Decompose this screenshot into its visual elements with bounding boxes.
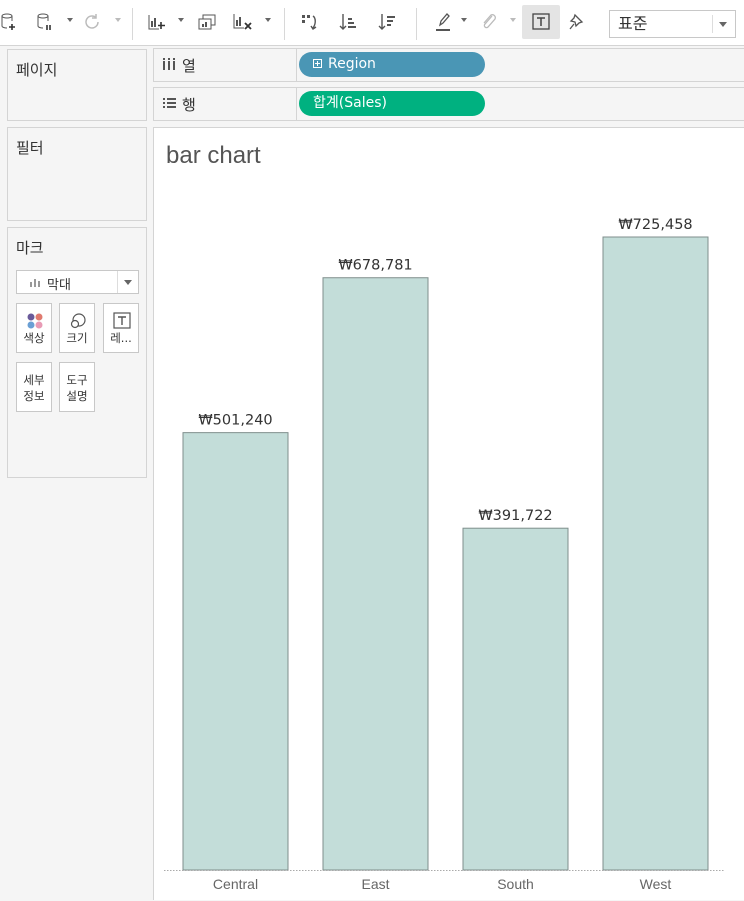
region-pill-label: Region: [328, 56, 376, 72]
label-icon: [113, 312, 131, 329]
marks-panel-title: 마크: [16, 239, 44, 257]
data-label-east: ₩678,781: [338, 258, 412, 274]
highlight-dropdown[interactable]: [461, 18, 467, 22]
show-labels-icon[interactable]: [522, 5, 560, 39]
color-card[interactable]: 색상: [16, 303, 52, 353]
pages-panel-title: 페이지: [16, 61, 58, 79]
bar-south[interactable]: [462, 527, 569, 871]
filters-panel[interactable]: 필터: [7, 127, 147, 221]
fit-select-value: 표준: [618, 14, 648, 33]
detail-card-label-1: 세부: [23, 373, 45, 387]
refresh-icon[interactable]: [82, 8, 102, 36]
mark-type-value: 막대: [47, 278, 71, 293]
duplicate-sheet-icon[interactable]: [196, 8, 218, 36]
clear-sheet-dropdown[interactable]: [265, 18, 271, 22]
chevron-down-icon: [719, 22, 727, 27]
new-worksheet-icon[interactable]: [146, 8, 168, 36]
x-tick-east: East: [361, 876, 389, 892]
bar-east[interactable]: [322, 277, 429, 871]
pages-panel[interactable]: 페이지: [7, 49, 147, 121]
pause-updates-icon[interactable]: [36, 8, 54, 36]
size-card-label: 크기: [66, 331, 88, 345]
x-tick-central: Central: [213, 876, 258, 892]
columns-shelf-title: 열: [182, 57, 196, 75]
pin-icon[interactable]: [566, 8, 588, 36]
swap-axes-icon[interactable]: [298, 8, 320, 36]
group-icon[interactable]: [478, 8, 500, 36]
chevron-down-icon: [124, 280, 132, 285]
rows-shelf-title: 행: [182, 96, 196, 114]
x-tick-west: West: [640, 876, 672, 892]
tooltip-card-label-1: 도구: [66, 373, 88, 387]
clear-sheet-icon[interactable]: [232, 8, 254, 36]
rows-shelf-label: 행: [154, 88, 297, 120]
bar-chart: ₩501,240 Central ₩678,781 East ₩391,722 South…: [164, 217, 724, 892]
sort-ascending-icon[interactable]: [337, 8, 359, 36]
refresh-dropdown[interactable]: [115, 18, 121, 22]
sum-sales-pill[interactable]: 합계(Sales): [299, 91, 485, 116]
toolbar: 표준: [0, 0, 744, 46]
fit-select[interactable]: 표준: [609, 10, 736, 38]
pause-updates-dropdown[interactable]: [67, 18, 73, 22]
bar-west[interactable]: [602, 236, 709, 871]
new-worksheet-dropdown[interactable]: [178, 18, 184, 22]
columns-icon: [163, 58, 175, 70]
rows-icon: [163, 98, 176, 108]
detail-card[interactable]: 세부 정보: [16, 362, 52, 412]
chart-view[interactable]: bar chart ₩501,240 Central ₩678,781 East ₩39…: [153, 127, 744, 900]
color-icon: [27, 313, 43, 329]
label-card-label: 레...: [110, 331, 132, 345]
expand-icon: [313, 59, 322, 68]
toolbar-divider: [132, 8, 133, 40]
sum-sales-pill-label: 합계(Sales): [313, 95, 387, 111]
bar-central[interactable]: [182, 432, 289, 871]
label-card[interactable]: 레...: [103, 303, 139, 353]
group-dropdown[interactable]: [510, 18, 516, 22]
highlight-icon[interactable]: [432, 8, 454, 36]
x-tick-south: South: [497, 876, 534, 892]
new-datasource-icon[interactable]: [0, 8, 18, 36]
mark-type-select[interactable]: 막대: [16, 270, 139, 294]
tooltip-card-label-2: 설명: [66, 389, 88, 403]
tooltip-card[interactable]: 도구 설명: [59, 362, 95, 412]
data-label-south: ₩391,722: [478, 508, 552, 524]
filters-panel-title: 필터: [16, 139, 44, 157]
toolbar-divider: [284, 8, 285, 40]
size-card[interactable]: 크기: [59, 303, 95, 353]
columns-shelf[interactable]: 열 Region: [153, 48, 744, 82]
region-pill[interactable]: Region: [299, 52, 485, 77]
rows-shelf[interactable]: 행 합계(Sales): [153, 87, 744, 121]
columns-shelf-label: 열: [154, 49, 297, 81]
detail-card-label-2: 정보: [23, 389, 45, 403]
sort-descending-icon[interactable]: [376, 8, 398, 36]
marks-panel: 마크 막대 색상 크기 레... 세부 정보 도구 설명: [7, 227, 147, 478]
data-label-west: ₩725,458: [618, 217, 692, 233]
bar-mark-icon: [30, 279, 40, 287]
data-label-central: ₩501,240: [198, 413, 272, 429]
toolbar-divider: [416, 8, 417, 40]
size-icon: [70, 313, 86, 329]
color-card-label: 색상: [23, 331, 45, 345]
